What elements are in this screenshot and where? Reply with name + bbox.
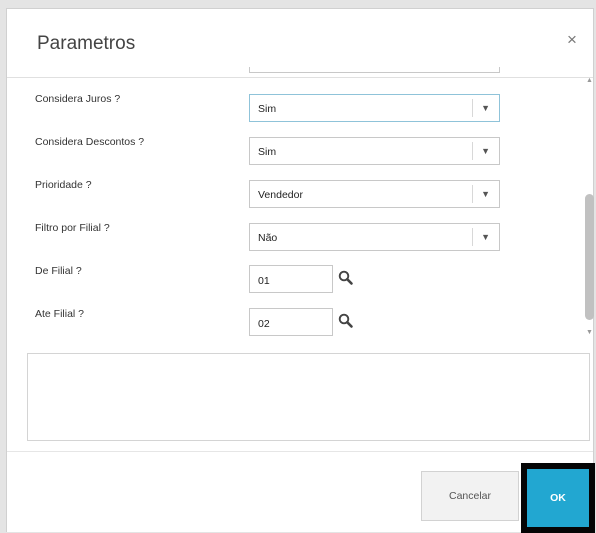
considera-descontos-select[interactable]: Sim ▼ — [249, 137, 500, 165]
parametros-dialog: Parametros × Considera Juros ? Sim ▼ Con… — [6, 8, 596, 533]
select-divider — [472, 228, 473, 246]
parameters-panel: Considera Juros ? Sim ▼ Considera Descon… — [21, 67, 596, 341]
param-considera-juros: Considera Juros ? Sim ▼ — [21, 87, 581, 123]
select-divider — [472, 142, 473, 160]
parameters-scrollbar[interactable]: ▲ ▼ — [583, 69, 596, 341]
param-considera-descontos: Considera Descontos ? Sim ▼ — [21, 130, 581, 166]
input-value: 02 — [258, 318, 270, 330]
param-label: De Filial ? — [35, 265, 82, 277]
select-divider — [472, 185, 473, 203]
select-value: Sim — [258, 146, 277, 158]
select-value: Sim — [258, 103, 277, 115]
param-label: Prioridade ? — [35, 179, 92, 191]
ok-button[interactable]: OK — [527, 469, 589, 527]
param-filtro-por-filial: Filtro por Filial ? Não ▼ — [21, 216, 581, 252]
footer-divider — [7, 451, 593, 452]
select-value: Não — [258, 232, 278, 244]
param-de-filial: De Filial ? 01 — [21, 259, 581, 295]
chevron-down-icon[interactable]: ▼ — [481, 232, 490, 242]
scroll-thumb[interactable] — [585, 194, 594, 320]
ate-filial-input[interactable]: 02 — [249, 308, 333, 336]
search-icon[interactable] — [337, 312, 355, 330]
filtro-por-filial-select[interactable]: Não ▼ — [249, 223, 500, 251]
param-label: Considera Juros ? — [35, 93, 121, 105]
prioridade-select[interactable]: Vendedor ▼ — [249, 180, 500, 208]
select-value: Vendedor — [258, 189, 303, 201]
partial-field-above — [249, 67, 500, 73]
param-label: Ate Filial ? — [35, 308, 85, 320]
dialog-title: Parametros — [37, 33, 136, 54]
ok-button-highlight-frame: OK — [521, 463, 595, 533]
param-prioridade: Prioridade ? Vendedor ▼ — [21, 173, 581, 209]
param-label: Filtro por Filial ? — [35, 222, 110, 234]
de-filial-input[interactable]: 01 — [249, 265, 333, 293]
param-label: Considera Descontos ? — [35, 136, 145, 148]
chevron-down-icon[interactable]: ▼ — [481, 146, 490, 156]
scroll-up-arrow-icon[interactable]: ▲ — [586, 77, 593, 85]
chevron-down-icon[interactable]: ▼ — [481, 189, 490, 199]
cancel-button[interactable]: Cancelar — [421, 471, 519, 521]
search-icon[interactable] — [337, 269, 355, 287]
close-icon[interactable]: × — [563, 31, 581, 49]
considera-juros-select[interactable]: Sim ▼ — [249, 94, 500, 122]
help-memo-area — [27, 353, 590, 441]
scroll-down-arrow-icon[interactable]: ▼ — [586, 329, 593, 337]
param-ate-filial: Ate Filial ? 02 — [21, 302, 581, 338]
chevron-down-icon[interactable]: ▼ — [481, 103, 490, 113]
input-value: 01 — [258, 275, 270, 287]
select-divider — [472, 99, 473, 117]
